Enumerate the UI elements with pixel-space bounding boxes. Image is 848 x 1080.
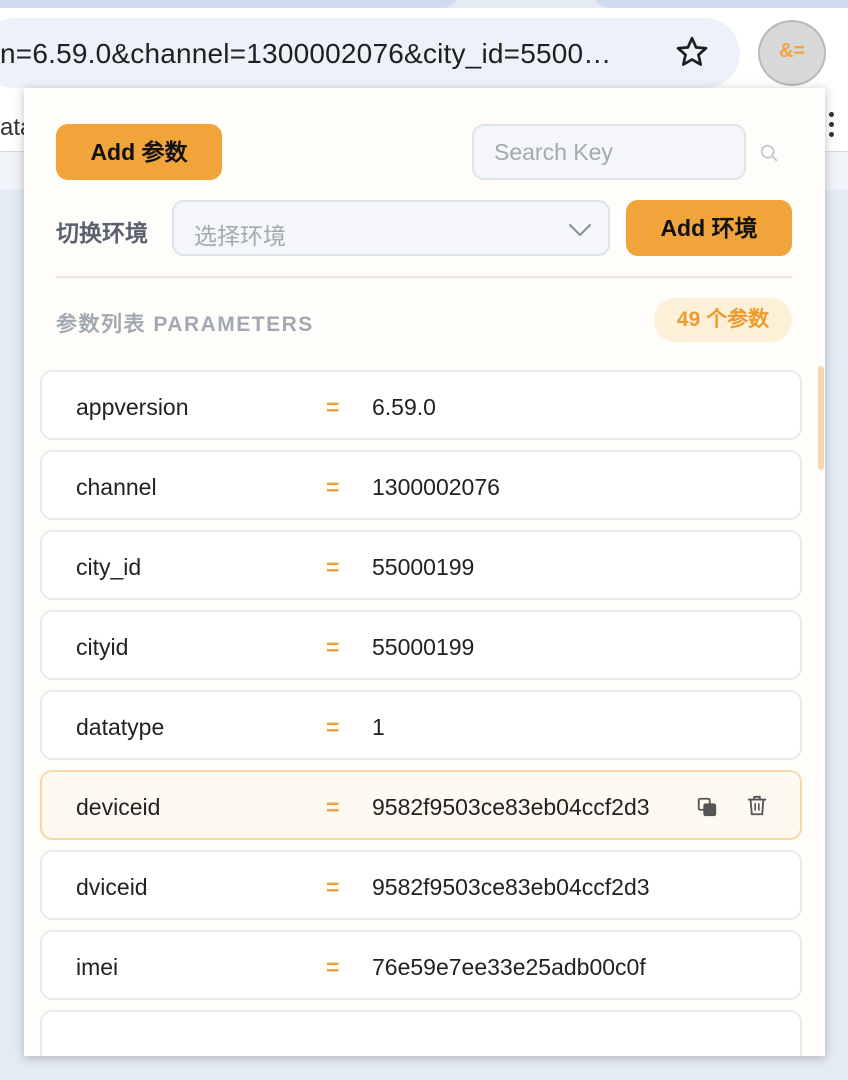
add-env-button[interactable]: Add 环境 (626, 200, 792, 256)
menu-kebab-icon[interactable] (826, 112, 836, 142)
param-key[interactable]: datatype (76, 714, 164, 741)
tab-strip-right (592, 0, 848, 8)
param-value[interactable]: 55000199 (372, 634, 656, 661)
param-key[interactable]: dviceid (76, 874, 148, 901)
param-row[interactable]: datatype = 1 (40, 690, 802, 760)
param-value[interactable]: 76e59e7ee33e25adb00c0f (372, 954, 656, 981)
param-row[interactable]: appversion = 6.59.0 (40, 370, 802, 440)
param-equals: = (326, 714, 340, 740)
param-value[interactable]: 9582f9503ce83eb04ccf2d3 (372, 794, 656, 821)
add-param-button[interactable]: Add 参数 (56, 124, 222, 180)
param-key[interactable]: deviceid (76, 794, 160, 821)
chevron-down-icon (569, 224, 591, 236)
param-equals: = (326, 474, 340, 500)
extension-icon: &= (778, 40, 806, 62)
param-equals: = (326, 394, 340, 420)
param-row[interactable] (40, 1010, 802, 1056)
param-key[interactable]: appversion (76, 394, 189, 421)
param-row[interactable]: cityid = 55000199 (40, 610, 802, 680)
param-value[interactable]: 55000199 (372, 554, 656, 581)
row-actions (696, 794, 776, 820)
extension-popup: Add 参数 切换环境 选择环境 Add 环境 参数列表 PARAMETERS … (24, 88, 825, 1056)
param-equals: = (326, 874, 340, 900)
copy-icon[interactable] (696, 796, 718, 818)
param-row[interactable]: imei = 76e59e7ee33e25adb00c0f (40, 930, 802, 1000)
env-select[interactable]: 选择环境 (172, 200, 610, 256)
env-switch-label: 切换环境 (56, 220, 148, 246)
trash-icon[interactable] (746, 794, 768, 818)
param-key[interactable]: city_id (76, 554, 141, 581)
param-equals: = (326, 554, 340, 580)
extension-button[interactable]: &= (758, 20, 826, 86)
param-value[interactable]: 6.59.0 (372, 394, 656, 421)
param-count-badge: 49 个参数 (654, 298, 792, 342)
env-select-placeholder: 选择环境 (194, 223, 286, 249)
divider (56, 276, 792, 278)
address-bar-url[interactable]: n=6.59.0&channel=1300002076&city_id=5500… (0, 38, 612, 70)
param-row[interactable]: city_id = 55000199 (40, 530, 802, 600)
param-row[interactable]: deviceid = 9582f9503ce83eb04ccf2d3 (40, 770, 802, 840)
param-list: appversion = 6.59.0 channel = 1300002076 city_… (40, 370, 802, 1056)
bookmark-star-icon[interactable] (674, 34, 710, 70)
search-key-input[interactable] (472, 124, 746, 180)
param-key[interactable]: channel (76, 474, 157, 501)
tab-strip (0, 0, 460, 8)
param-equals: = (326, 794, 340, 820)
scrollbar-thumb[interactable] (818, 366, 824, 470)
param-value[interactable]: 1 (372, 714, 656, 741)
param-equals: = (326, 634, 340, 660)
param-row[interactable]: dviceid = 9582f9503ce83eb04ccf2d3 (40, 850, 802, 920)
section-title: 参数列表 PARAMETERS (56, 313, 314, 336)
search-icon[interactable] (758, 142, 780, 164)
param-equals: = (326, 954, 340, 980)
param-row[interactable]: channel = 1300002076 (40, 450, 802, 520)
param-value[interactable]: 9582f9503ce83eb04ccf2d3 (372, 874, 656, 901)
param-key[interactable]: cityid (76, 634, 128, 661)
param-key[interactable]: imei (76, 954, 118, 981)
param-value[interactable]: 1300002076 (372, 474, 656, 501)
